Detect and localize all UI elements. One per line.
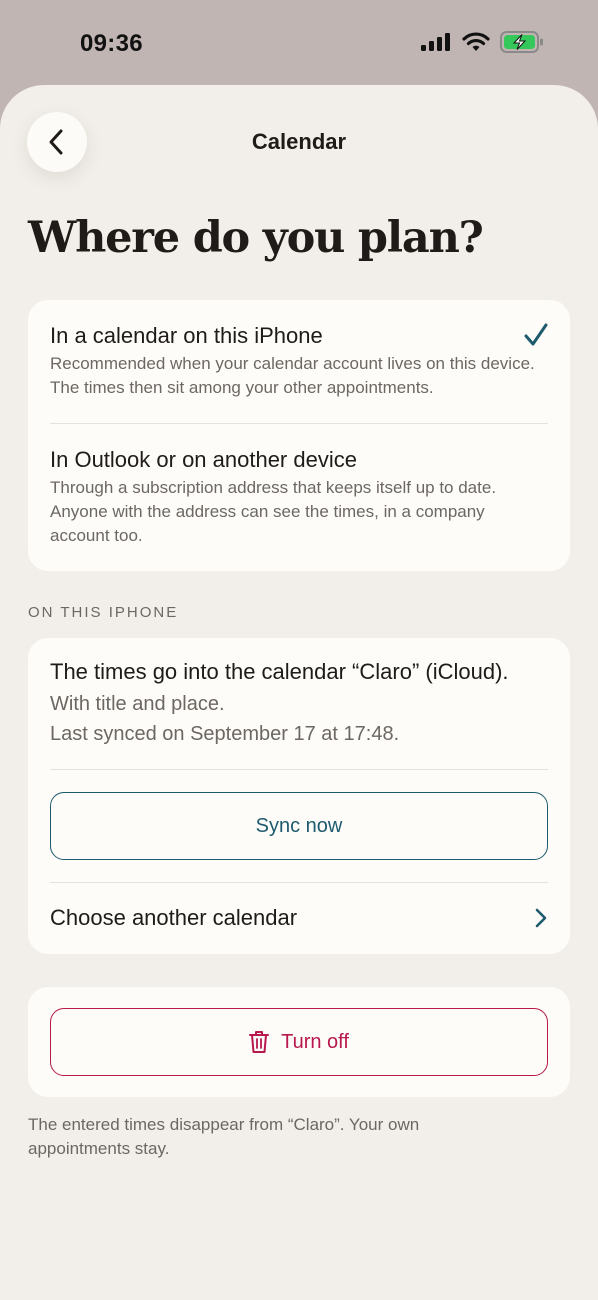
wifi-icon <box>462 32 490 51</box>
plan-options-card: In a calendar on this iPhone Recommended… <box>28 300 570 571</box>
choose-calendar-row[interactable]: Choose another calendar <box>50 882 548 954</box>
status-bar: 09:36 <box>0 0 598 86</box>
option-title: In a calendar on this iPhone <box>50 323 323 348</box>
sync-now-button[interactable]: Sync now <box>50 792 548 860</box>
sync-info: The times go into the calendar “Claro” (… <box>50 658 548 749</box>
signal-icon <box>421 33 450 51</box>
trash-icon <box>249 1031 270 1053</box>
chevron-right-icon <box>535 908 547 928</box>
sheet: Calendar Where do you plan? In a calenda… <box>0 85 598 1300</box>
option-this-iphone[interactable]: In a calendar on this iPhone Recommended… <box>50 322 548 400</box>
option-other-device[interactable]: In Outlook or on another device Through … <box>50 446 548 548</box>
divider <box>50 423 548 424</box>
status-icons <box>420 31 544 53</box>
sync-card: The times go into the calendar “Claro” (… <box>28 638 570 954</box>
sync-calendar-title: The times go into the calendar “Claro” (… <box>50 659 509 684</box>
option-description: Recommended when your calendar account l… <box>50 354 535 397</box>
turn-off-label: Turn off <box>281 1030 349 1053</box>
turn-off-button[interactable]: Turn off <box>50 1008 548 1076</box>
checkmark-icon <box>524 323 548 346</box>
battery-charging-icon <box>500 31 543 53</box>
page-title: Where do you plan? <box>28 213 484 263</box>
status-time: 09:36 <box>80 30 143 57</box>
last-synced: Last synced on September 17 at 17:48. <box>50 723 400 745</box>
turn-off-card: Turn off <box>28 987 570 1097</box>
turn-off-footnote: The entered times disappear from “Claro”… <box>28 1115 420 1158</box>
divider <box>50 769 548 770</box>
section-label: ON THIS IPHONE <box>28 604 179 621</box>
choose-calendar-label: Choose another calendar <box>50 905 298 930</box>
option-description: Through a subscription address that keep… <box>50 478 497 545</box>
option-title: In Outlook or on another device <box>50 447 357 472</box>
sync-detail: With title and place. <box>50 693 225 715</box>
nav-title: Calendar <box>251 129 347 154</box>
